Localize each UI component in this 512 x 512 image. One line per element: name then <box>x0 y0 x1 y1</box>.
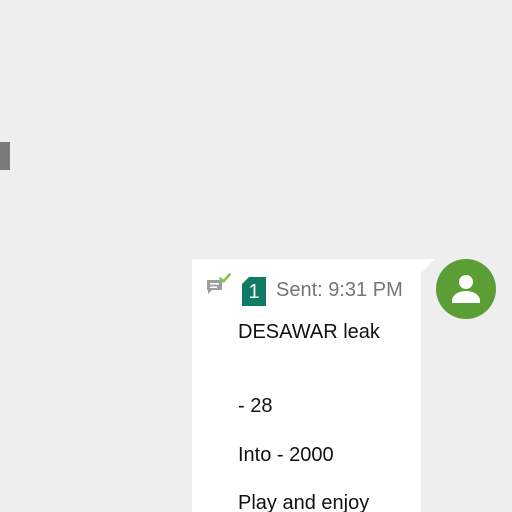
contact-avatar[interactable] <box>436 259 496 319</box>
delivered-check-icon <box>207 273 231 294</box>
message-status-time: Sent: 9:31 PM <box>276 279 403 301</box>
person-icon <box>452 275 480 303</box>
message-line: DESAWAR leak <box>238 321 380 343</box>
message-line: - 28 <box>238 395 273 417</box>
conversation-screen: 1 Sent: 9:31 PM DESAWAR leak - 28 Into -… <box>0 0 512 512</box>
sim-slot-badge: 1 <box>242 277 266 306</box>
message-line: Play and enjoy <box>238 492 370 512</box>
scroll-indicator[interactable] <box>0 142 10 170</box>
message-bubble-tail <box>421 259 435 273</box>
message-line: Into - 2000 <box>238 444 334 466</box>
